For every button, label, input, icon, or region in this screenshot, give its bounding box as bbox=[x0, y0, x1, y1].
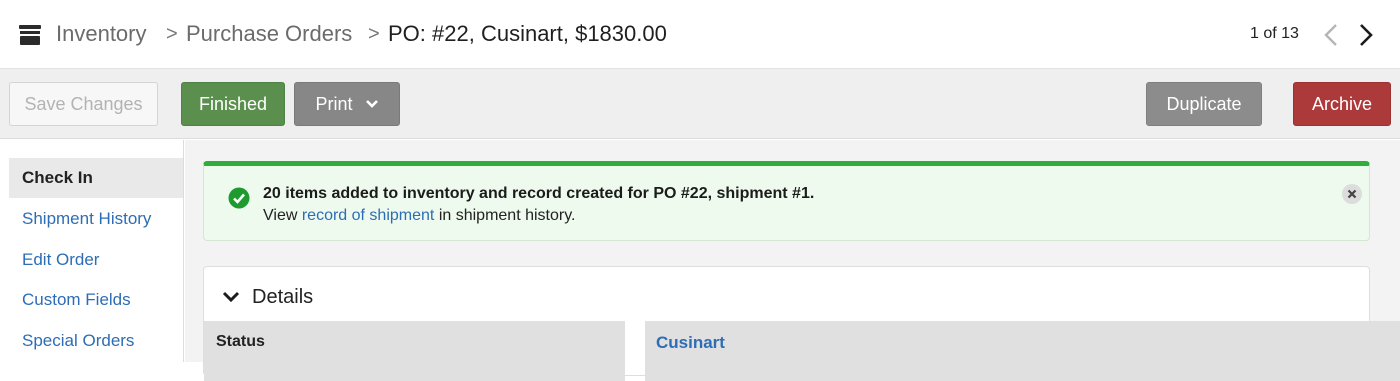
alert-body-prefix: View bbox=[263, 207, 298, 224]
finished-button[interactable]: Finished bbox=[181, 82, 285, 126]
record-of-shipment-link[interactable]: record of shipment bbox=[302, 207, 435, 224]
breadcrumb-separator: > bbox=[166, 23, 178, 45]
close-icon[interactable] bbox=[1341, 183, 1363, 205]
chevron-down-icon bbox=[222, 291, 240, 303]
breadcrumb-purchase-orders[interactable]: Purchase Orders bbox=[186, 19, 352, 49]
sidebar: Check In Shipment History Edit Order Cus… bbox=[0, 140, 184, 362]
details-panel: Details Status Cusinart bbox=[203, 266, 1400, 381]
sidebar-item-edit-order[interactable]: Edit Order bbox=[9, 240, 183, 280]
check-circle-icon bbox=[228, 187, 250, 209]
breadcrumb-inventory[interactable]: Inventory bbox=[56, 19, 147, 49]
sidebar-item-special-orders[interactable]: Special Orders bbox=[9, 321, 183, 361]
sidebar-item-check-in[interactable]: Check In bbox=[9, 158, 183, 198]
sidebar-item-custom-fields[interactable]: Custom Fields bbox=[9, 280, 183, 320]
archive-button[interactable]: Archive bbox=[1293, 82, 1391, 126]
print-button[interactable]: Print bbox=[294, 82, 400, 126]
chevron-down-icon bbox=[365, 100, 378, 108]
alert-message: View record of shipment in shipment hist… bbox=[263, 207, 575, 225]
toolbar: Save Changes Finished Print Duplicate Ar… bbox=[0, 69, 1400, 139]
page-header: Inventory > Purchase Orders > PO: #22, C… bbox=[0, 0, 1400, 69]
pager-count: 1 of 13 bbox=[1250, 25, 1299, 42]
breadcrumb-separator: > bbox=[368, 23, 380, 45]
page-title: PO: #22, Cusinart, $1830.00 bbox=[388, 21, 667, 46]
alert-body-suffix: in shipment history. bbox=[438, 207, 576, 224]
chevron-right-icon[interactable] bbox=[1356, 22, 1376, 48]
details-title: Details bbox=[252, 285, 314, 308]
details-toggle[interactable]: Details bbox=[222, 285, 313, 309]
alert-title: 20 items added to inventory and record c… bbox=[263, 185, 815, 202]
status-label: Status bbox=[204, 321, 625, 381]
main-content: 20 items added to inventory and record c… bbox=[185, 140, 1400, 381]
duplicate-button[interactable]: Duplicate bbox=[1146, 82, 1262, 126]
success-alert: 20 items added to inventory and record c… bbox=[203, 161, 1370, 241]
chevron-left-icon[interactable] bbox=[1321, 22, 1341, 48]
inventory-box-icon bbox=[19, 25, 41, 45]
vendor-link[interactable]: Cusinart bbox=[645, 321, 1400, 381]
print-button-label: Print bbox=[315, 93, 353, 114]
save-changes-button[interactable]: Save Changes bbox=[9, 82, 158, 126]
sidebar-item-shipment-history[interactable]: Shipment History bbox=[9, 199, 183, 239]
